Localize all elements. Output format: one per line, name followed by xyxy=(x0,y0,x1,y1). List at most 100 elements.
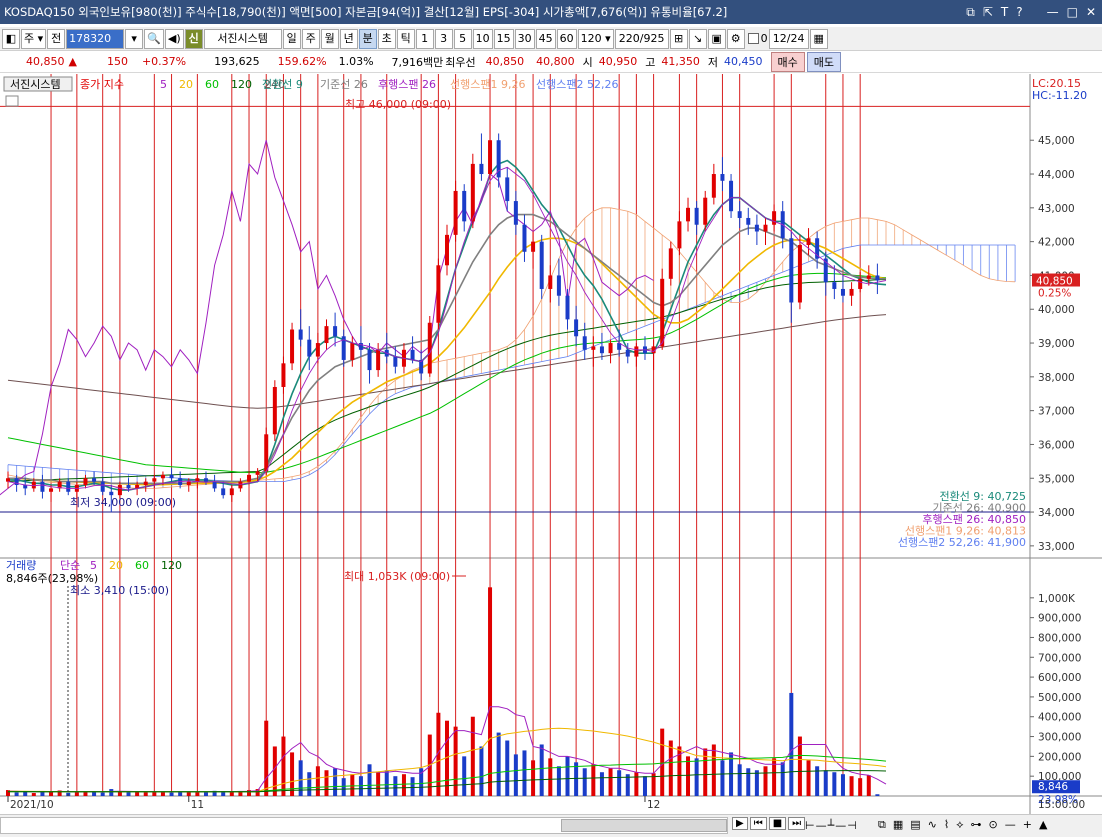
candle-body xyxy=(737,211,742,218)
volume-bar xyxy=(711,744,716,796)
minute-option-30[interactable]: 30 xyxy=(514,28,535,49)
measure-icon[interactable]: ⊶ xyxy=(971,818,982,832)
save-icon[interactable]: ▣ xyxy=(707,28,726,49)
scroll-up-icon[interactable]: ▲ xyxy=(1039,818,1047,832)
text-icon[interactable]: T xyxy=(1001,0,1008,24)
candle-body xyxy=(160,474,165,479)
volume-bar xyxy=(617,770,622,796)
candle-body xyxy=(531,241,536,252)
minute-option-45[interactable]: 45 xyxy=(535,28,556,49)
candle-body xyxy=(203,478,208,482)
candle-body xyxy=(797,245,802,303)
volume-bar xyxy=(376,772,381,796)
volume-bar xyxy=(100,792,105,796)
volume-legend-label: 거래량 xyxy=(6,559,36,572)
tab-tick[interactable]: 틱 xyxy=(396,28,415,49)
candle-body xyxy=(668,248,673,279)
candle-body xyxy=(6,478,10,482)
tile-icon[interactable]: ▦ xyxy=(893,818,903,832)
minute-option-15[interactable]: 15 xyxy=(493,28,514,49)
candle-body xyxy=(427,322,432,374)
sync-checkbox[interactable] xyxy=(747,33,759,44)
minimize-icon[interactable]: — xyxy=(1047,0,1059,24)
rewind-icon[interactable]: ⏮ xyxy=(749,817,767,830)
minute-option-10[interactable]: 10 xyxy=(472,28,493,49)
play-icon[interactable]: ▶ xyxy=(732,817,748,830)
chart-background xyxy=(0,74,1102,814)
calendar-icon[interactable]: ▦ xyxy=(809,28,828,49)
pin-icon[interactable]: ⇱ xyxy=(983,0,993,24)
tab-second[interactable]: 초 xyxy=(377,28,396,49)
draw-tools-icon[interactable]: ↘ xyxy=(688,28,707,49)
tab-day[interactable]: 일 xyxy=(282,28,301,49)
zoom-slider[interactable]: ⊢—┴—⊣ xyxy=(805,819,858,832)
candle-body xyxy=(31,481,36,489)
gear-icon[interactable]: ⚙ xyxy=(726,28,745,49)
volume-ma-period: 20 xyxy=(109,559,123,572)
volume-tick-label: 800,000 xyxy=(1038,632,1081,644)
current-volume-tag-label: 8,846 xyxy=(1038,781,1068,793)
volume-bar xyxy=(505,740,510,796)
stop-icon[interactable]: ■ xyxy=(768,817,787,830)
code-dropdown-icon[interactable]: ▾ xyxy=(125,28,144,49)
zoom-in-icon[interactable]: + xyxy=(1023,818,1032,832)
pattern-icon[interactable]: ⌇ xyxy=(944,818,949,832)
minute-option-1[interactable]: 1 xyxy=(415,28,434,49)
zoom-out-icon[interactable]: — xyxy=(1005,818,1016,832)
period-select[interactable]: 주 ▾ xyxy=(21,28,47,49)
wave-icon[interactable]: ∿ xyxy=(928,818,937,832)
close-icon[interactable]: ✕ xyxy=(1086,0,1096,24)
stock-code-input[interactable]: 178320 xyxy=(66,28,125,49)
time-tick-label: 12 xyxy=(647,799,660,811)
speaker-icon[interactable]: ◀) xyxy=(164,28,184,49)
bar-count-field[interactable]: 220/925 xyxy=(614,28,669,49)
volume-bar xyxy=(574,762,579,796)
volume-bar xyxy=(350,774,355,796)
minute-select[interactable]: 120 ▾ xyxy=(577,28,614,49)
legend-ichimoku-item: 선행스팬2 52,26 xyxy=(536,78,618,91)
legend-price-ma-label: 종가 지수 xyxy=(80,78,124,91)
zoom-fit-icon[interactable]: ⧉ xyxy=(878,818,886,832)
candle-body xyxy=(746,217,751,225)
turnover-rate: 1.03% xyxy=(338,55,374,68)
best-bid: 40,800 xyxy=(536,55,575,68)
cross-icon[interactable]: ⟡ xyxy=(956,818,963,832)
horizontal-scrollbar[interactable] xyxy=(0,817,728,834)
magnify-icon[interactable]: ⊙ xyxy=(989,818,998,832)
layout-icon[interactable]: ▤ xyxy=(910,818,920,832)
date-input[interactable]: 12/24 xyxy=(768,28,809,49)
tab-week[interactable]: 주 xyxy=(301,28,320,49)
tab-month[interactable]: 월 xyxy=(320,28,339,49)
prev-button[interactable]: 전 xyxy=(47,28,66,49)
volume-bar xyxy=(522,750,527,796)
candle-body xyxy=(858,278,863,289)
chart-tools-icon[interactable]: ⊞ xyxy=(669,28,688,49)
forward-icon[interactable]: ⏭ xyxy=(788,817,806,830)
volume-bar xyxy=(333,768,338,796)
price-chart[interactable]: 45,00044,00043,00042,00041,00040,00039,0… xyxy=(0,74,1102,814)
minute-option-5[interactable]: 5 xyxy=(453,28,472,49)
minute-option-60[interactable]: 60 xyxy=(556,28,577,49)
maximize-icon[interactable]: □ xyxy=(1067,0,1078,24)
stock-name-field[interactable]: 서진시스템 xyxy=(203,28,282,49)
volume-bar xyxy=(462,756,467,796)
legend-ichimoku-item: 후행스팬 26 xyxy=(378,78,436,91)
scrollbar-thumb[interactable] xyxy=(561,819,727,832)
candle-body xyxy=(832,282,837,289)
volume-tick-label: 200,000 xyxy=(1038,751,1081,763)
volume-tick-label: 300,000 xyxy=(1038,732,1081,744)
volume-bar xyxy=(264,720,269,796)
sidebar-toggle-icon[interactable]: ◧ xyxy=(2,28,20,49)
minute-option-3[interactable]: 3 xyxy=(434,28,453,49)
volume-bar xyxy=(135,791,140,796)
low-annotation: 최저 34,000 (09:00) xyxy=(70,496,176,509)
candle-body xyxy=(350,343,355,360)
sell-button[interactable]: 매도 xyxy=(806,51,842,72)
tab-year[interactable]: 년 xyxy=(339,28,358,49)
search-icon[interactable]: 🔍 xyxy=(144,28,164,49)
help-icon[interactable]: ? xyxy=(1016,0,1022,24)
buy-button[interactable]: 매수 xyxy=(770,51,805,72)
restore-icon[interactable]: ⧉ xyxy=(966,0,975,24)
candle-body xyxy=(875,275,880,281)
tab-minute[interactable]: 분 xyxy=(358,28,377,49)
